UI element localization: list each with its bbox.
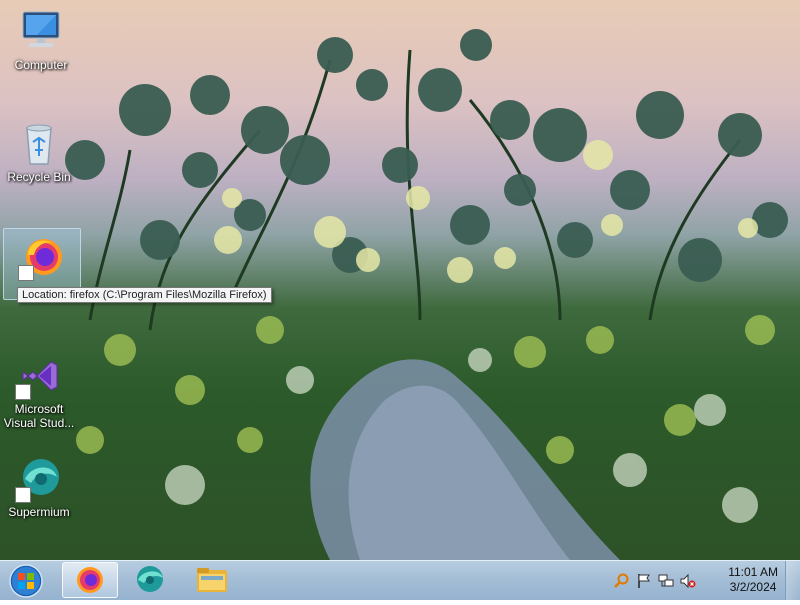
start-orb-icon: [9, 564, 43, 598]
visual-studio-icon: [15, 352, 63, 400]
recycle-bin-icon: [15, 120, 63, 168]
volume-muted-icon[interactable]: [680, 573, 696, 589]
desktop-icon-computer[interactable]: Computer: [3, 8, 79, 72]
desktop[interactable]: Computer Recycle Bin Location: firefox (…: [0, 0, 800, 560]
shortcut-arrow-icon: [15, 487, 31, 503]
desktop-icon-label: Microsoft Visual Stud...: [3, 402, 75, 430]
system-tray: 11:01 AM 3/2/2024: [610, 561, 800, 600]
taskbar-supermium-button[interactable]: [122, 562, 178, 598]
firefox-icon: [18, 233, 66, 281]
desktop-icon-recycle-bin[interactable]: Recycle Bin: [1, 120, 77, 184]
shortcut-arrow-icon: [18, 265, 34, 281]
search-icon[interactable]: [614, 573, 630, 589]
desktop-icon-visual-studio[interactable]: Microsoft Visual Stud...: [1, 352, 77, 430]
desktop-icon-label: Computer: [14, 58, 68, 72]
taskbar: 11:01 AM 3/2/2024: [0, 560, 800, 600]
action-center-flag-icon[interactable]: [636, 573, 652, 589]
desktop-icon-label: Supermium: [8, 505, 70, 519]
desktop-icon-supermium[interactable]: Supermium: [1, 455, 77, 519]
computer-icon: [17, 8, 65, 56]
start-button[interactable]: [4, 562, 48, 600]
taskbar-file-explorer-button[interactable]: [184, 562, 240, 598]
show-desktop-button[interactable]: [785, 561, 800, 600]
file-explorer-icon: [197, 568, 227, 592]
firefox-icon: [77, 567, 103, 593]
clock[interactable]: 11:01 AM 3/2/2024: [728, 565, 778, 595]
taskbar-firefox-button[interactable]: [62, 562, 118, 598]
clock-time: 11:01 AM: [728, 565, 778, 579]
shortcut-arrow-icon: [15, 384, 31, 400]
wallpaper: [65, 29, 788, 560]
clock-date: 3/2/2024: [729, 580, 777, 594]
supermium-icon: [15, 455, 63, 503]
desktop-icon-label: Recycle Bin: [7, 170, 71, 184]
network-icon[interactable]: [658, 573, 674, 589]
supermium-icon: [137, 566, 163, 592]
tooltip: Location: firefox (C:\Program Files\Mozi…: [17, 287, 272, 303]
